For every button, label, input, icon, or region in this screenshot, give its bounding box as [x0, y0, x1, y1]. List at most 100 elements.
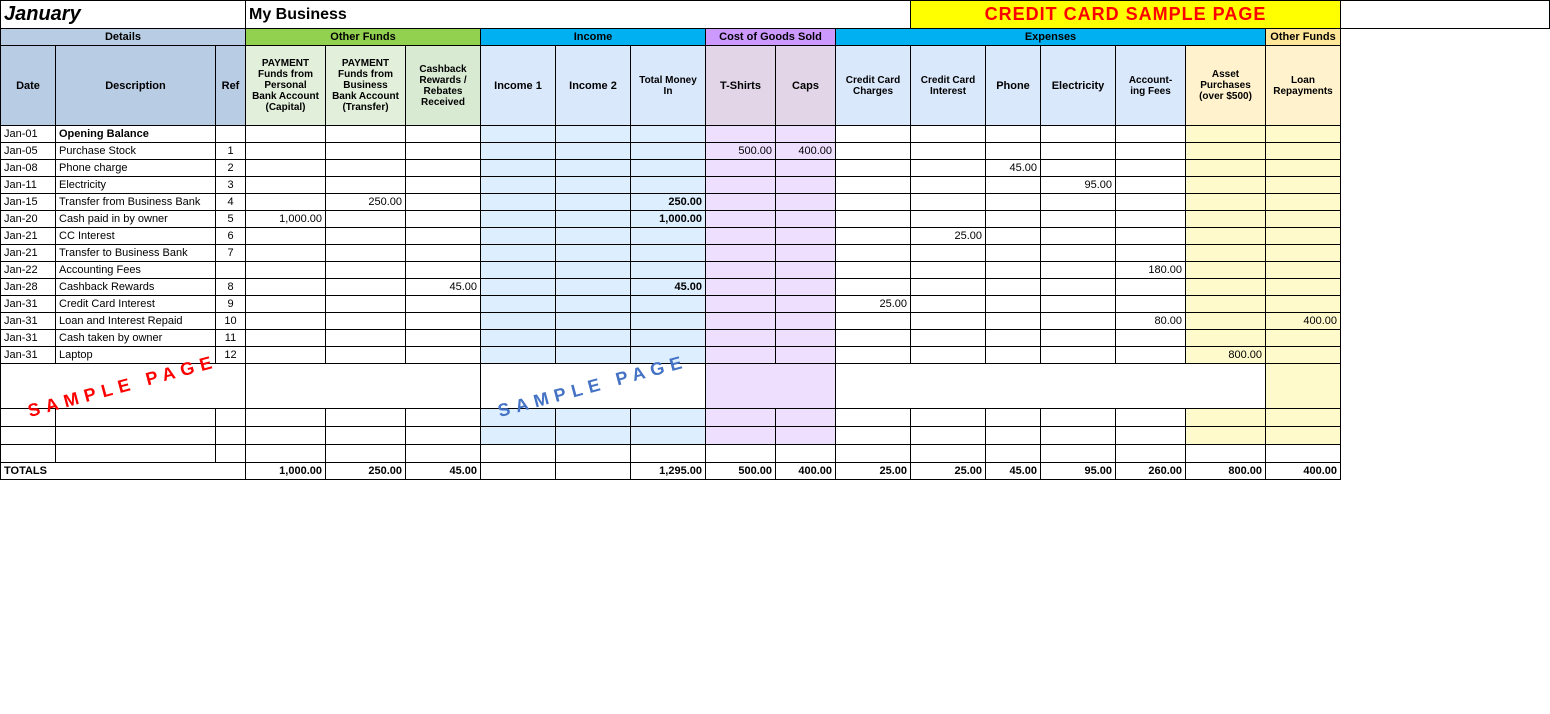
cell-asset-purch [1186, 313, 1266, 330]
cell-income2 [556, 160, 631, 177]
cell-total-money [631, 143, 706, 160]
spreadsheet: January My Business CREDIT CARD SAMPLE P… [0, 0, 1550, 480]
cell-asset-purch [1186, 245, 1266, 262]
totals-pay-personal: 1,000.00 [246, 463, 326, 480]
table-row: Jan-31 Loan and Interest Repaid 10 80.00… [1, 313, 1550, 330]
cell-loan-repay [1266, 228, 1341, 245]
cell-income1 [481, 279, 556, 296]
cell-cashback [406, 126, 481, 143]
cell-tshirts [706, 228, 776, 245]
phone-col-header: Phone [986, 46, 1041, 126]
cell-acct-fees [1116, 160, 1186, 177]
details-header: Details [1, 29, 246, 46]
cell-asset-purch [1186, 279, 1266, 296]
cell-income2 [556, 330, 631, 347]
cell-cc-charges [836, 313, 911, 330]
cell-date: Jan-15 [1, 194, 56, 211]
cell-desc: Accounting Fees [56, 262, 216, 279]
cell-income2 [556, 313, 631, 330]
cell-pay-business [326, 313, 406, 330]
cell-date: Jan-05 [1, 143, 56, 160]
cell-cc-interest [911, 313, 986, 330]
cell-desc: Credit Card Interest [56, 296, 216, 313]
cell-tshirts [706, 347, 776, 364]
cell-desc: Cash paid in by owner [56, 211, 216, 228]
totals-phone: 45.00 [986, 463, 1041, 480]
cell-electricity: 95.00 [1041, 177, 1116, 194]
cell-phone [986, 177, 1041, 194]
cell-desc: Electricity [56, 177, 216, 194]
business-title: My Business [246, 1, 911, 29]
cell-pay-business [326, 262, 406, 279]
cell-cc-charges [836, 177, 911, 194]
cell-income2 [556, 211, 631, 228]
cell-ref: 1 [216, 143, 246, 160]
cell-cashback [406, 160, 481, 177]
cell-electricity [1041, 279, 1116, 296]
cell-loan-repay [1266, 347, 1341, 364]
cell-tshirts [706, 313, 776, 330]
cell-income1 [481, 160, 556, 177]
month-title: January [1, 1, 246, 29]
cell-total-money [631, 160, 706, 177]
cell-desc: CC Interest [56, 228, 216, 245]
cell-asset-purch [1186, 296, 1266, 313]
cell-cashback [406, 194, 481, 211]
cell-desc: Transfer to Business Bank [56, 245, 216, 262]
total-money-col-header: Total MoneyIn [631, 46, 706, 126]
cell-income1 [481, 177, 556, 194]
cell-asset-purch [1186, 330, 1266, 347]
cell-phone [986, 347, 1041, 364]
cell-pay-personal [246, 296, 326, 313]
cell-loan-repay [1266, 330, 1341, 347]
table-row: Jan-31 Laptop 12 800.00 [1, 347, 1550, 364]
cell-pay-business [326, 279, 406, 296]
cell-cc-charges: 25.00 [836, 296, 911, 313]
cell-ref: 6 [216, 228, 246, 245]
cell-pay-business [326, 177, 406, 194]
cell-ref: 9 [216, 296, 246, 313]
cell-loan-repay [1266, 279, 1341, 296]
cell-cc-interest [911, 143, 986, 160]
cell-pay-business [326, 296, 406, 313]
cc-charges-col-header: Credit CardCharges [836, 46, 911, 126]
cell-electricity [1041, 313, 1116, 330]
cell-loan-repay [1266, 211, 1341, 228]
cell-loan-repay [1266, 160, 1341, 177]
loan-repayments-col-header: LoanRepayments [1266, 46, 1341, 126]
ref-col-header: Ref [216, 46, 246, 126]
cell-pay-business [326, 330, 406, 347]
cell-asset-purch [1186, 262, 1266, 279]
cell-cc-charges [836, 347, 911, 364]
cell-loan-repay [1266, 177, 1341, 194]
cell-asset-purch [1186, 126, 1266, 143]
table-row: Jan-20 Cash paid in by owner 5 1,000.00 … [1, 211, 1550, 228]
table-row: Jan-21 Transfer to Business Bank 7 [1, 245, 1550, 262]
cell-tshirts [706, 330, 776, 347]
cell-electricity [1041, 211, 1116, 228]
cell-phone [986, 296, 1041, 313]
cell-date: Jan-28 [1, 279, 56, 296]
cell-cc-charges [836, 126, 911, 143]
cell-loan-repay [1266, 126, 1341, 143]
cell-cc-interest [911, 160, 986, 177]
cell-date: Jan-08 [1, 160, 56, 177]
cell-electricity [1041, 228, 1116, 245]
cell-tshirts [706, 211, 776, 228]
cell-pay-personal [246, 245, 326, 262]
totals-income1 [481, 463, 556, 480]
cell-date: Jan-21 [1, 228, 56, 245]
cell-tshirts [706, 126, 776, 143]
cell-cashback [406, 330, 481, 347]
income2-col-header: Income 2 [556, 46, 631, 126]
cell-pay-business [326, 143, 406, 160]
cell-caps [776, 313, 836, 330]
cell-income1 [481, 143, 556, 160]
cell-cashback [406, 177, 481, 194]
cell-desc: Cash taken by owner [56, 330, 216, 347]
cell-caps [776, 330, 836, 347]
cell-total-money [631, 262, 706, 279]
cell-electricity [1041, 194, 1116, 211]
cell-cc-interest [911, 347, 986, 364]
cell-ref: 10 [216, 313, 246, 330]
